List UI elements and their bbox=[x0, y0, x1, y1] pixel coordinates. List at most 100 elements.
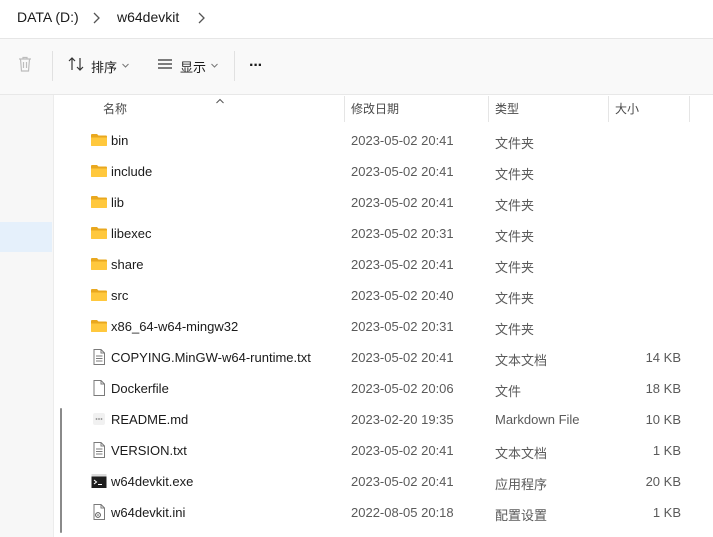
column-divider[interactable] bbox=[344, 96, 345, 122]
file-modified-date: 2023-05-02 20:41 bbox=[351, 350, 454, 365]
ini-file-icon bbox=[90, 503, 108, 521]
file-row[interactable]: lib 2023-05-02 20:41 文件夹 bbox=[70, 187, 713, 218]
nav-scrollbar[interactable] bbox=[60, 408, 62, 533]
trash-icon bbox=[16, 55, 34, 78]
file-modified-date: 2023-05-02 20:41 bbox=[351, 443, 454, 458]
folder-icon bbox=[90, 286, 108, 304]
file-row[interactable]: README.md 2023-02-20 19:35 Markdown File 10… bbox=[70, 404, 713, 435]
chevron-right-icon[interactable] bbox=[195, 9, 209, 27]
file-name: Dockerfile bbox=[111, 381, 169, 396]
more-options-button[interactable]: ··· bbox=[249, 53, 263, 79]
chevron-right-icon[interactable] bbox=[90, 9, 104, 27]
file-name: README.md bbox=[111, 412, 189, 427]
column-divider[interactable] bbox=[608, 96, 609, 122]
file-row[interactable]: COPYING.MinGW-w64-runtime.txt 2023-05-02 … bbox=[70, 342, 713, 373]
sort-ascending-icon bbox=[215, 92, 225, 110]
column-header-size[interactable]: 大小 bbox=[615, 100, 639, 117]
file-row[interactable]: w64devkit.exe 2023-05-02 20:41 应用程序 20 KB bbox=[70, 466, 713, 497]
text-file-icon bbox=[90, 348, 108, 366]
address-bar[interactable]: DATA (D:) w64devkit bbox=[0, 0, 713, 39]
file-row[interactable]: libexec 2023-05-02 20:31 文件夹 bbox=[70, 218, 713, 249]
exe-file-icon bbox=[90, 472, 108, 490]
file-type: 文件夹 bbox=[495, 136, 535, 151]
view-label: 显示 bbox=[180, 59, 207, 75]
file-row[interactable]: x86_64-w64-mingw32 2023-05-02 20:31 文件夹 bbox=[70, 311, 713, 342]
folder-icon bbox=[90, 131, 108, 149]
command-bar: 排序 显示 ··· bbox=[0, 39, 713, 95]
breadcrumb-drive[interactable]: DATA (D:) bbox=[17, 9, 79, 25]
file-name: share bbox=[111, 257, 144, 272]
folder-icon bbox=[90, 224, 108, 242]
file-size: 1 KB bbox=[652, 505, 681, 520]
file-type: 文本文档 bbox=[495, 353, 548, 368]
file-modified-date: 2023-05-02 20:31 bbox=[351, 226, 454, 241]
file-name: bin bbox=[111, 133, 129, 148]
toolbar-divider bbox=[234, 51, 235, 81]
file-row[interactable]: bin 2023-05-02 20:41 文件夹 bbox=[70, 125, 713, 156]
file-modified-date: 2022-08-05 20:18 bbox=[351, 505, 454, 520]
text-file-icon bbox=[90, 441, 108, 459]
file-name: libexec bbox=[111, 226, 152, 241]
delete-button[interactable] bbox=[16, 53, 34, 79]
file-name: x86_64-w64-mingw32 bbox=[111, 319, 239, 334]
file-modified-date: 2023-05-02 20:41 bbox=[351, 195, 454, 210]
view-button[interactable]: 显示 bbox=[156, 53, 219, 79]
navigation-pane[interactable] bbox=[0, 95, 54, 537]
file-type: 应用程序 bbox=[495, 477, 548, 492]
sort-icon bbox=[67, 55, 85, 78]
column-header-name[interactable]: 名称 bbox=[103, 100, 127, 117]
file-type: 文件夹 bbox=[495, 291, 535, 306]
file-name: src bbox=[111, 288, 129, 303]
file-type: 文本文档 bbox=[495, 446, 548, 461]
folder-icon bbox=[90, 193, 108, 211]
file-type: 配置设置 bbox=[495, 508, 548, 523]
list-view-icon bbox=[156, 55, 174, 78]
folder-icon bbox=[90, 255, 108, 273]
sort-button[interactable]: 排序 bbox=[67, 53, 130, 79]
file-type: 文件夹 bbox=[495, 229, 535, 244]
file-modified-date: 2023-05-02 20:41 bbox=[351, 164, 454, 179]
file-size: 1 KB bbox=[652, 443, 681, 458]
file-row[interactable]: w64devkit.ini 2022-08-05 20:18 配置设置 1 KB bbox=[70, 497, 713, 528]
folder-icon bbox=[90, 162, 108, 180]
markdown-file-icon bbox=[90, 410, 108, 428]
file-type: 文件夹 bbox=[495, 260, 535, 275]
file-type: 文件夹 bbox=[495, 198, 535, 213]
file-modified-date: 2023-02-20 19:35 bbox=[351, 412, 454, 427]
chevron-down-icon bbox=[210, 57, 219, 75]
file-row[interactable]: src 2023-05-02 20:40 文件夹 bbox=[70, 280, 713, 311]
nav-selected-item[interactable] bbox=[0, 222, 52, 252]
file-size: 10 KB bbox=[645, 412, 681, 427]
file-name: COPYING.MinGW-w64-runtime.txt bbox=[111, 350, 311, 365]
chevron-down-icon bbox=[121, 57, 130, 75]
file-type: 文件夹 bbox=[495, 167, 535, 182]
breadcrumb-folder[interactable]: w64devkit bbox=[117, 9, 179, 25]
column-header-type[interactable]: 类型 bbox=[495, 100, 519, 117]
column-divider[interactable] bbox=[488, 96, 489, 122]
file-type: 文件夹 bbox=[495, 322, 535, 337]
file-name: w64devkit.exe bbox=[111, 474, 194, 489]
file-row[interactable]: share 2023-05-02 20:41 文件夹 bbox=[70, 249, 713, 280]
file-name: include bbox=[111, 164, 153, 179]
file-modified-date: 2023-05-02 20:40 bbox=[351, 288, 454, 303]
file-icon bbox=[90, 379, 108, 397]
file-size: 20 KB bbox=[645, 474, 681, 489]
file-name: lib bbox=[111, 195, 125, 210]
file-type: 文件 bbox=[495, 384, 522, 399]
file-modified-date: 2023-05-02 20:06 bbox=[351, 381, 454, 396]
file-type: Markdown File bbox=[495, 412, 580, 427]
toolbar-divider bbox=[52, 51, 53, 81]
file-row[interactable]: VERSION.txt 2023-05-02 20:41 文本文档 1 KB bbox=[70, 435, 713, 466]
sort-label: 排序 bbox=[91, 59, 118, 75]
file-row[interactable]: include 2023-05-02 20:41 文件夹 bbox=[70, 156, 713, 187]
column-header-date[interactable]: 修改日期 bbox=[351, 100, 399, 117]
file-row[interactable]: Dockerfile 2023-05-02 20:06 文件 18 KB bbox=[70, 373, 713, 404]
file-modified-date: 2023-05-02 20:41 bbox=[351, 133, 454, 148]
column-divider[interactable] bbox=[689, 96, 690, 122]
file-modified-date: 2023-05-02 20:31 bbox=[351, 319, 454, 334]
file-size: 18 KB bbox=[645, 381, 681, 396]
file-name: VERSION.txt bbox=[111, 443, 187, 458]
file-name: w64devkit.ini bbox=[111, 505, 186, 520]
file-modified-date: 2023-05-02 20:41 bbox=[351, 474, 454, 489]
folder-icon bbox=[90, 317, 108, 335]
